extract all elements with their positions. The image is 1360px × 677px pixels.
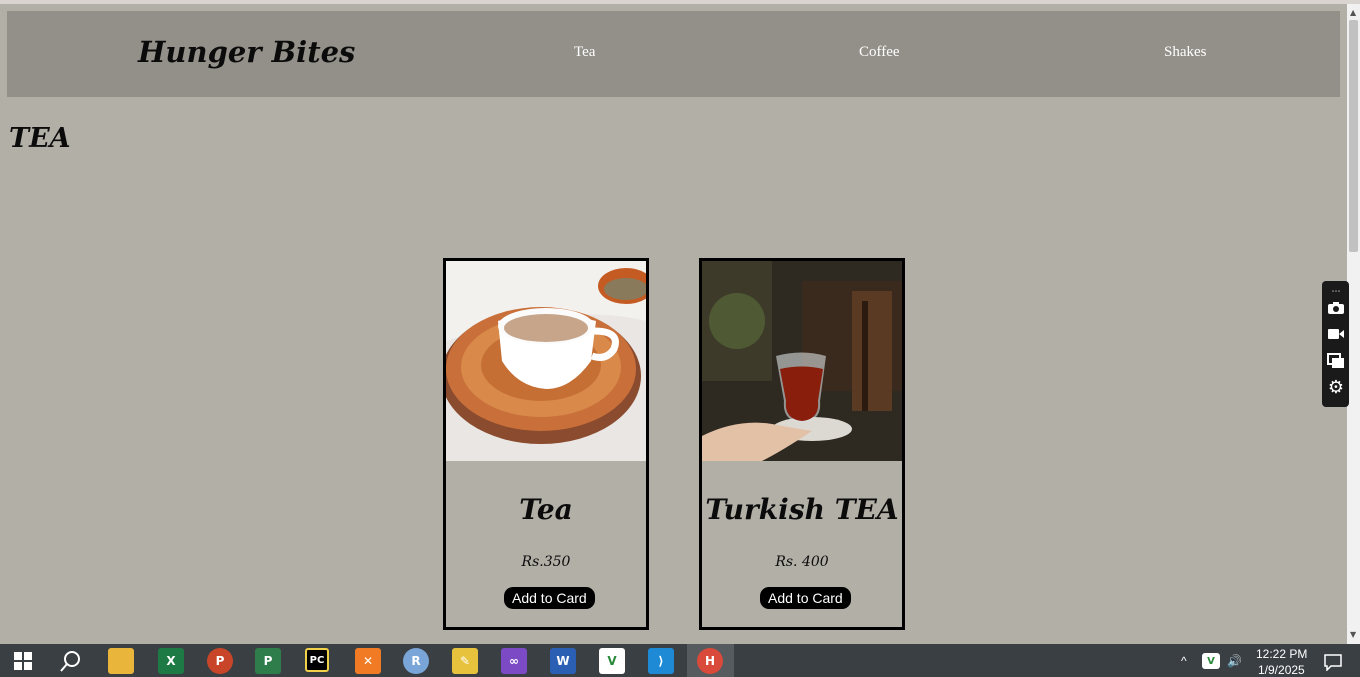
- nav-tea[interactable]: Tea: [574, 44, 595, 61]
- brand-logo[interactable]: Hunger Bites: [138, 35, 355, 69]
- pycharm-icon[interactable]: PC: [305, 648, 329, 672]
- powerpoint-icon[interactable]: P: [207, 648, 233, 674]
- vs-tool-icon[interactable]: V: [599, 648, 625, 674]
- windows-start-icon[interactable]: [10, 648, 36, 674]
- add-to-cart-button[interactable]: Add to Card: [760, 587, 851, 609]
- navbar: Hunger Bites Tea Coffee Shakes: [7, 11, 1340, 97]
- video-icon[interactable]: [1326, 327, 1346, 345]
- scroll-down-icon[interactable]: ▼: [1350, 630, 1356, 639]
- tea-image: [446, 261, 646, 461]
- taskbar: X P P PC ✕ R ✎ ∞ W V ⟩ H ^ V 🔊 12:22 PM …: [0, 644, 1360, 677]
- product-price: Rs. 400: [775, 554, 829, 570]
- tray-expand-icon[interactable]: ^: [1181, 654, 1187, 668]
- add-to-cart-button[interactable]: Add to Card: [504, 587, 595, 609]
- product-name: Tea: [519, 493, 573, 526]
- xampp-icon[interactable]: ✕: [355, 648, 381, 674]
- clock-time[interactable]: 12:22 PM: [1256, 647, 1307, 661]
- scroll-up-icon[interactable]: ▲: [1350, 8, 1356, 17]
- sketch-tool-icon[interactable]: ✎: [452, 648, 478, 674]
- product-name: Turkish TEA: [705, 493, 899, 526]
- windows-icon[interactable]: [1326, 353, 1346, 371]
- capture-toolbar: ⋯ ⚙: [1322, 281, 1349, 407]
- volume-icon[interactable]: 🔊: [1227, 654, 1242, 668]
- product-card-turkish-tea: Turkish TEA Rs. 400 Add to Card: [699, 258, 905, 630]
- camera-icon[interactable]: [1326, 301, 1346, 319]
- scroll-thumb[interactable]: [1349, 20, 1358, 252]
- browser-top-strip: [0, 0, 1360, 4]
- turkish-tea-image: [702, 261, 902, 461]
- clock-date[interactable]: 1/9/2025: [1258, 663, 1305, 677]
- search-icon[interactable]: [58, 648, 84, 674]
- visual-studio-icon[interactable]: ∞: [501, 648, 527, 674]
- project-icon[interactable]: P: [255, 648, 281, 674]
- notifications-icon[interactable]: [1320, 649, 1346, 675]
- nav-shakes[interactable]: Shakes: [1164, 44, 1207, 61]
- r-icon[interactable]: R: [403, 648, 429, 674]
- chrome-icon[interactable]: H: [697, 648, 723, 674]
- file-explorer-icon[interactable]: [108, 648, 134, 674]
- more-icon[interactable]: ⋯: [1326, 283, 1346, 301]
- excel-icon[interactable]: X: [158, 648, 184, 674]
- nav-coffee[interactable]: Coffee: [859, 44, 900, 61]
- product-card-tea: Tea Rs.350 Add to Card: [443, 258, 649, 630]
- word-icon[interactable]: W: [550, 648, 576, 674]
- product-price: Rs.350: [521, 554, 571, 570]
- section-title: TEA: [9, 123, 71, 154]
- vscode-icon[interactable]: ⟩: [648, 648, 674, 674]
- tray-app-icon[interactable]: V: [1202, 653, 1220, 669]
- gear-icon[interactable]: ⚙: [1326, 379, 1346, 397]
